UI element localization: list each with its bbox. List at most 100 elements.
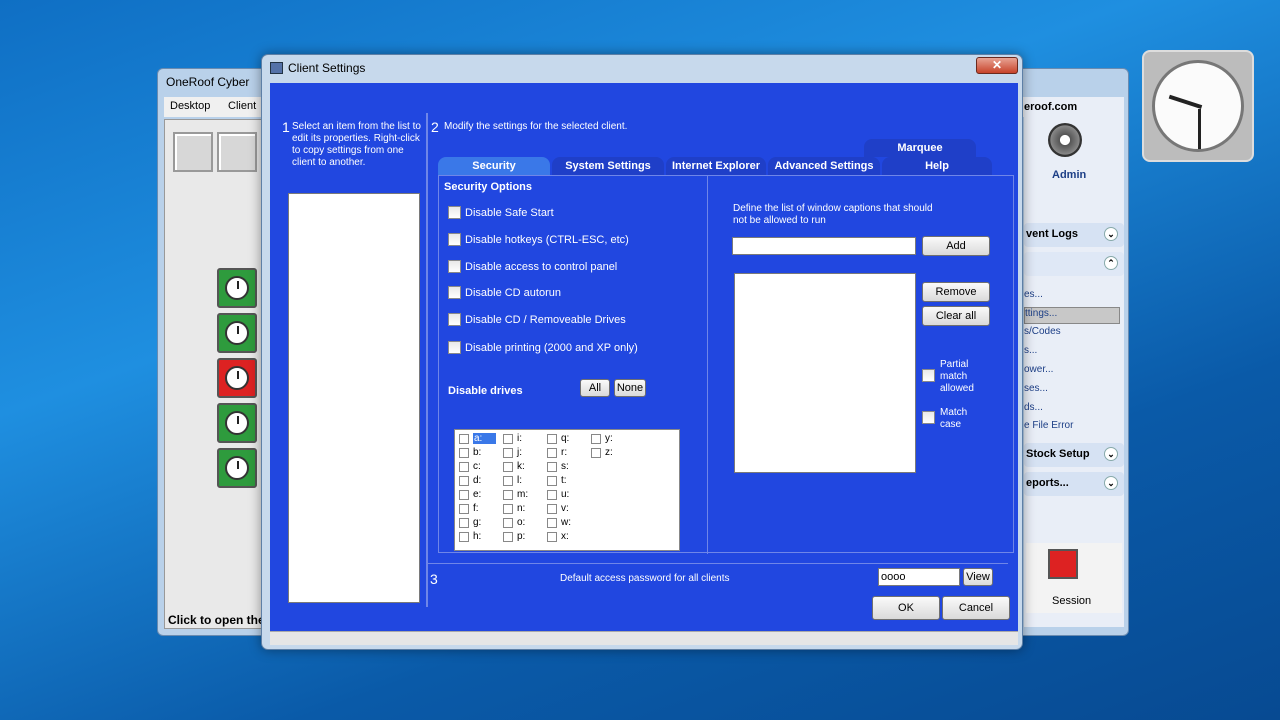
drive-checkbox-w[interactable]	[547, 518, 557, 528]
drive-checkbox-e[interactable]	[459, 490, 469, 500]
timer-client-icon[interactable]	[217, 268, 257, 308]
client-list[interactable]	[288, 193, 420, 603]
drive-checkbox-d[interactable]	[459, 476, 469, 486]
client-tile[interactable]	[217, 132, 257, 172]
drive-checkbox-q[interactable]	[547, 434, 557, 444]
tab-marquee[interactable]: Marquee	[864, 139, 976, 157]
drive-checkbox-c[interactable]	[459, 462, 469, 472]
dialog-client-area: 1 Select an item from the list to edit i…	[270, 83, 1018, 643]
link-item[interactable]: ds...	[1024, 402, 1043, 413]
remove-button[interactable]: Remove	[922, 282, 990, 302]
session-tile[interactable]: Session	[1026, 543, 1122, 613]
drive-checkbox-b[interactable]	[459, 448, 469, 458]
link-item[interactable]: e File Error	[1024, 420, 1073, 431]
chevron-down-icon[interactable]: ⌄	[1104, 476, 1118, 490]
tab-security[interactable]: Security	[438, 157, 550, 175]
drive-label-i: i:	[517, 433, 522, 444]
all-button[interactable]: All	[580, 379, 610, 397]
drive-checkbox-a[interactable]	[459, 434, 469, 444]
checkbox-match-case[interactable]	[922, 411, 935, 424]
drive-checkbox-o[interactable]	[503, 518, 513, 528]
captions-list[interactable]	[734, 273, 916, 473]
view-button[interactable]: View	[963, 568, 993, 586]
menu-desktop[interactable]: Desktop	[170, 100, 210, 112]
timer-client-icon[interactable]	[217, 358, 257, 398]
drive-label-n: n:	[517, 503, 526, 514]
timer-client-icon[interactable]	[217, 313, 257, 353]
timer-client-icon[interactable]	[217, 403, 257, 443]
checkbox-disable-hotkeys[interactable]	[448, 233, 461, 246]
drive-checkbox-x[interactable]	[547, 532, 557, 542]
drive-label-d: d:	[473, 475, 482, 486]
tab-help[interactable]: Help	[882, 157, 992, 175]
section-event-logs[interactable]: vent Logs ⌄	[1024, 223, 1124, 247]
link-item[interactable]: s...	[1024, 345, 1037, 356]
checkbox-disable-cd-autorun[interactable]	[448, 286, 461, 299]
checkbox-disable-safe-start[interactable]	[448, 206, 461, 219]
password-input[interactable]: oooo	[878, 568, 960, 586]
step1-number: 1	[282, 119, 290, 135]
drive-checkbox-s[interactable]	[547, 462, 557, 472]
timer-client-icon[interactable]	[217, 448, 257, 488]
checkbox-disable-removeable-drives[interactable]	[448, 313, 461, 326]
drive-checkbox-m[interactable]	[503, 490, 513, 500]
admin-label[interactable]: Admin	[1052, 169, 1086, 181]
clock-minute-hand	[1198, 109, 1201, 149]
drive-checkbox-r[interactable]	[547, 448, 557, 458]
drive-checkbox-y[interactable]	[591, 434, 601, 444]
drive-checkbox-i[interactable]	[503, 434, 513, 444]
drive-checkbox-p[interactable]	[503, 532, 513, 542]
none-button[interactable]: None	[614, 379, 646, 397]
checkbox-disable-control-panel[interactable]	[448, 260, 461, 273]
caption-input[interactable]	[732, 237, 916, 255]
client-settings-dialog: Client Settings ✕ 1 Select an item from …	[261, 54, 1023, 650]
link-item[interactable]: ower...	[1024, 364, 1053, 375]
drive-label-x: x:	[561, 531, 569, 542]
tab-advanced-settings[interactable]: Advanced Settings	[768, 157, 880, 175]
drive-checkbox-z[interactable]	[591, 448, 601, 458]
drive-label-y: y:	[605, 433, 613, 444]
drive-checkbox-l[interactable]	[503, 476, 513, 486]
drive-checkbox-u[interactable]	[547, 490, 557, 500]
link-settings-selected[interactable]: ttings...	[1024, 307, 1120, 324]
add-button[interactable]: Add	[922, 236, 990, 256]
tab-internet-explorer[interactable]: Internet Explorer	[666, 157, 766, 175]
section-header-expanded[interactable]: ⌃	[1024, 252, 1124, 276]
menu-client[interactable]: Client	[228, 100, 256, 112]
drive-checkbox-g[interactable]	[459, 518, 469, 528]
drive-label-t: t:	[561, 475, 567, 486]
drive-checkbox-n[interactable]	[503, 504, 513, 514]
drive-label-h: h:	[473, 531, 482, 542]
step1-text: Select an item from the list to edit its…	[292, 121, 421, 168]
chevron-down-icon[interactable]: ⌄	[1104, 447, 1118, 461]
link-item[interactable]: es...	[1024, 289, 1043, 300]
drive-label-q: q:	[561, 433, 570, 444]
drive-label-r: r:	[561, 447, 568, 458]
drive-checkbox-v[interactable]	[547, 504, 557, 514]
checkbox-disable-printing[interactable]	[448, 341, 461, 354]
link-item[interactable]: s/Codes	[1024, 326, 1061, 337]
ok-button[interactable]: OK	[872, 596, 940, 620]
section-stock-setup[interactable]: Stock Setup ⌄	[1024, 443, 1124, 467]
drive-checkbox-j[interactable]	[503, 448, 513, 458]
password-label: Default access password for all clients	[560, 573, 730, 584]
chevron-down-icon[interactable]: ⌄	[1104, 227, 1118, 241]
dialog-status-bar	[270, 631, 1018, 645]
link-item[interactable]: ses...	[1024, 383, 1048, 394]
drive-checkbox-t[interactable]	[547, 476, 557, 486]
drive-label-f: f:	[473, 503, 479, 514]
section-reports[interactable]: eports... ⌄	[1024, 472, 1124, 496]
tab-system-settings[interactable]: System Settings	[552, 157, 664, 175]
drive-checkbox-f[interactable]	[459, 504, 469, 514]
close-button[interactable]: ✕	[976, 57, 1018, 74]
checkbox-partial-match[interactable]	[922, 369, 935, 382]
clear-all-button[interactable]: Clear all	[922, 306, 990, 326]
client-tile[interactable]	[173, 132, 213, 172]
drive-label-s: s:	[561, 461, 569, 472]
drive-checkbox-k[interactable]	[503, 462, 513, 472]
drive-checkbox-h[interactable]	[459, 532, 469, 542]
drive-label-e: e:	[473, 489, 482, 500]
drive-label-b: b:	[473, 447, 482, 458]
cancel-button[interactable]: Cancel	[942, 596, 1010, 620]
chevron-up-icon[interactable]: ⌃	[1104, 256, 1118, 270]
